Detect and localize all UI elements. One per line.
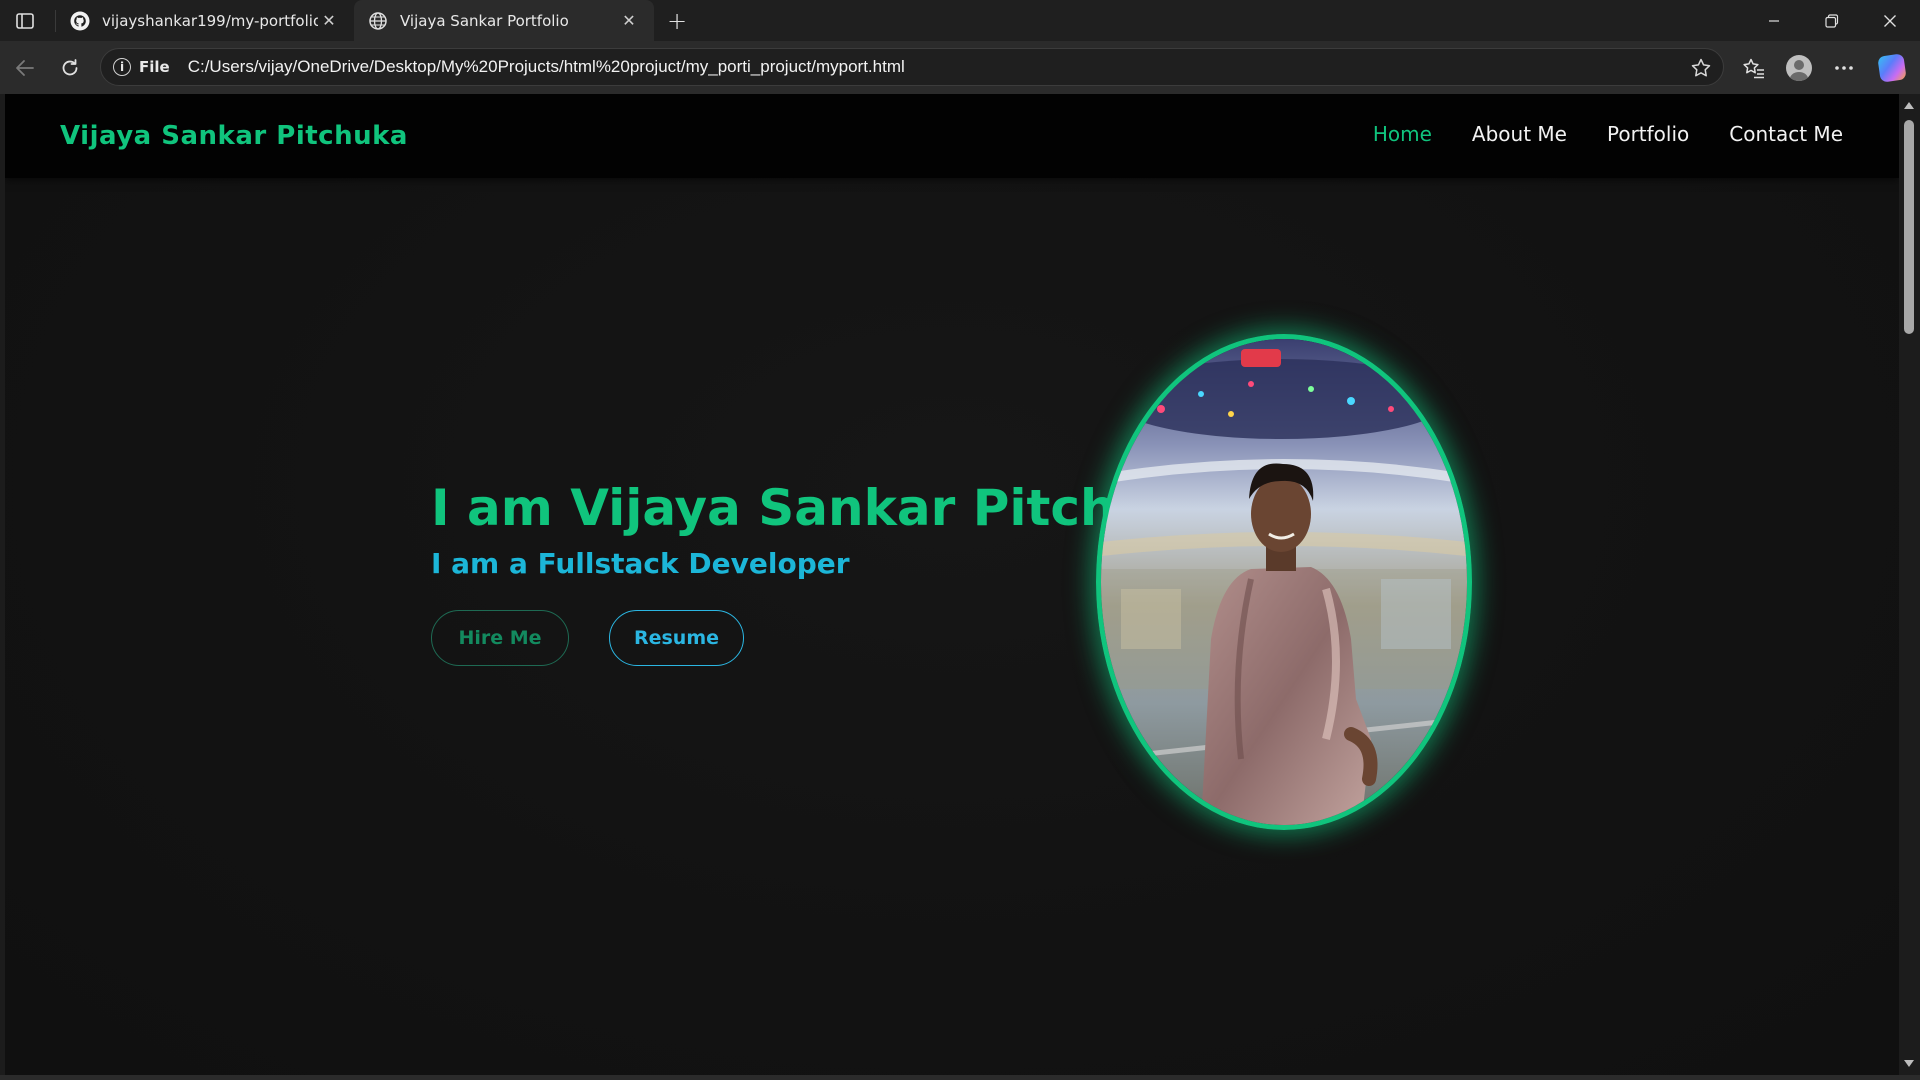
tab-actions-icon [16, 13, 34, 29]
refresh-icon [62, 59, 78, 76]
plus-icon: + [666, 7, 688, 35]
site-info-button[interactable]: i File [113, 58, 170, 76]
tab-actions-button[interactable] [12, 9, 38, 33]
avatar [1786, 55, 1812, 81]
window-bottom-edge [0, 1075, 1920, 1080]
favorites-button[interactable] [1738, 52, 1770, 84]
star-icon [1691, 58, 1711, 77]
nav-home[interactable]: Home [1373, 122, 1432, 146]
close-window-button[interactable] [1861, 0, 1919, 41]
url-text[interactable]: C:/Users/vijay/OneDrive/Desktop/My%20Pro… [188, 57, 905, 77]
site-navbar: Vijaya Sankar Pitchuka Home About Me Por… [5, 94, 1899, 178]
scrollbar-thumb[interactable] [1904, 120, 1914, 334]
tab-portfolio[interactable]: Vijaya Sankar Portfolio ✕ [354, 0, 654, 41]
refresh-button[interactable] [54, 52, 86, 84]
resume-button[interactable]: Resume [609, 610, 744, 666]
tab-close-icon[interactable]: ✕ [318, 10, 340, 32]
back-arrow-icon [16, 60, 34, 76]
info-icon: i [113, 58, 131, 76]
copilot-button[interactable] [1876, 52, 1908, 84]
favorite-star-button[interactable] [1689, 56, 1713, 80]
globe-icon [368, 11, 388, 31]
nav-about-me[interactable]: About Me [1472, 122, 1567, 146]
nav-links: Home About Me Portfolio Contact Me [1373, 122, 1843, 146]
more-options-button[interactable] [1828, 52, 1860, 84]
scroll-down-arrow-icon[interactable] [1904, 1060, 1914, 1067]
address-bar[interactable]: i File C:/Users/vijay/OneDrive/Desktop/M… [100, 48, 1724, 86]
scheme-label: File [139, 58, 170, 76]
hire-me-button[interactable]: Hire Me [431, 610, 569, 666]
tab-bar: vijayshankar199/my-portfolio ✕ Vijaya Sa… [0, 0, 1920, 41]
tab-title: vijayshankar199/my-portfolio [102, 11, 318, 30]
new-tab-button[interactable]: + [662, 6, 692, 36]
nav-portfolio[interactable]: Portfolio [1607, 122, 1689, 146]
page-scrollbar[interactable] [1899, 94, 1920, 1075]
copilot-icon [1877, 53, 1907, 83]
favorites-list-icon [1743, 58, 1764, 79]
tab-title: Vijaya Sankar Portfolio [400, 11, 569, 30]
profile-button[interactable] [1783, 52, 1815, 84]
page-viewport: Vijaya Sankar Pitchuka Home About Me Por… [5, 94, 1899, 1075]
site-brand[interactable]: Vijaya Sankar Pitchuka [60, 121, 408, 151]
browser-toolbar: i File C:/Users/vijay/OneDrive/Desktop/M… [0, 41, 1920, 94]
minimize-icon [1769, 19, 1779, 22]
restore-button[interactable] [1803, 0, 1861, 41]
nav-contact-me[interactable]: Contact Me [1729, 122, 1843, 146]
close-icon [1884, 14, 1896, 27]
tab-close-icon[interactable]: ✕ [618, 10, 640, 32]
profile-photo-image [1101, 339, 1467, 825]
profile-photo [1096, 334, 1472, 830]
minimize-button[interactable] [1745, 0, 1803, 41]
hero-subtitle: I am a Fullstack Developer [431, 547, 850, 580]
restore-icon [1825, 13, 1839, 28]
scroll-up-arrow-icon[interactable] [1904, 102, 1914, 109]
more-dots-icon [1835, 66, 1853, 70]
tab-github[interactable]: vijayshankar199/my-portfolio ✕ [56, 0, 354, 41]
github-icon [70, 11, 90, 31]
back-button[interactable] [9, 52, 41, 84]
